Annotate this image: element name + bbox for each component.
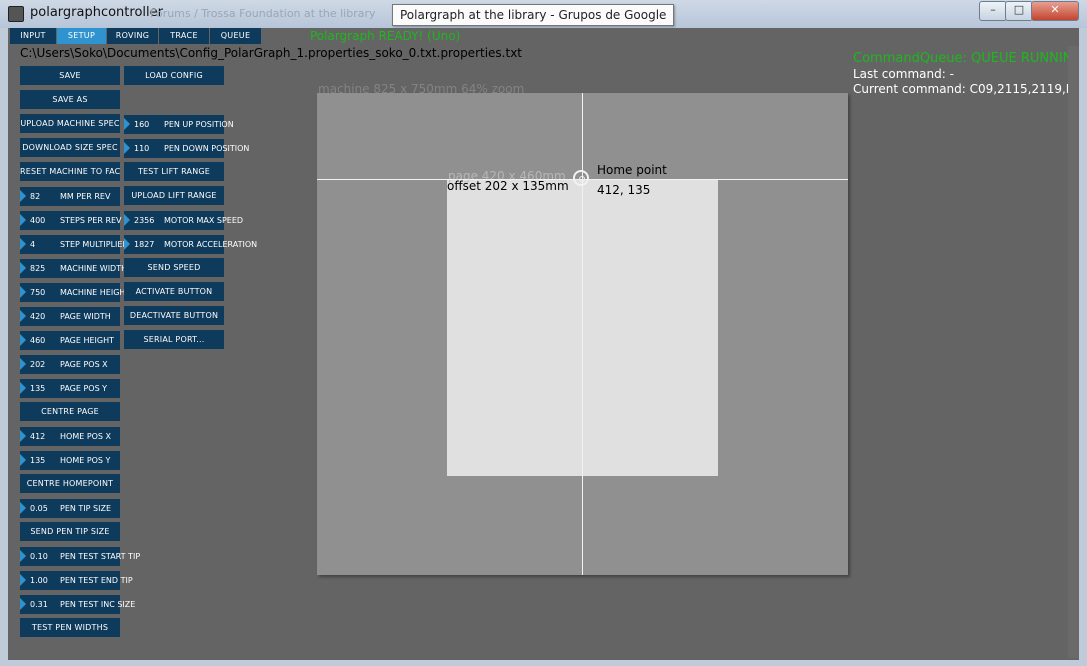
home-pos-x-field[interactable]: 412 HOME POS X xyxy=(20,427,120,446)
increment-arrow-icon xyxy=(20,598,26,610)
pen-tip-size-field[interactable]: 0.05 PEN TIP SIZE xyxy=(20,499,120,518)
increment-arrow-icon xyxy=(20,382,26,394)
reset-machine-button[interactable]: RESET MACHINE TO FACTORY xyxy=(20,162,120,181)
machine-label: machine 825 x 750mm 64% zoom xyxy=(318,82,525,96)
home-pos-y-field[interactable]: 135 HOME POS Y xyxy=(20,451,120,470)
page-pos-y-field[interactable]: 135 PAGE POS Y xyxy=(20,379,120,398)
last-command: Last command: - xyxy=(853,67,954,81)
home-point-label: Home point xyxy=(597,163,667,177)
increment-arrow-icon xyxy=(20,262,26,274)
increment-arrow-icon xyxy=(20,286,26,298)
increment-arrow-icon xyxy=(20,358,26,370)
increment-arrow-icon xyxy=(20,190,26,202)
tab-trace[interactable]: TRACE xyxy=(159,28,209,44)
increment-arrow-icon xyxy=(20,310,26,322)
increment-arrow-icon xyxy=(20,502,26,514)
machine-height-field[interactable]: 750 MACHINE HEIGHT xyxy=(20,283,130,302)
page-height-field[interactable]: 460 PAGE HEIGHT xyxy=(20,331,120,350)
increment-arrow-icon xyxy=(124,118,130,130)
increment-arrow-icon xyxy=(20,550,26,562)
activate-button[interactable]: ACTIVATE BUTTON xyxy=(124,282,224,301)
increment-arrow-icon xyxy=(20,238,26,250)
mm-per-rev-field[interactable]: 82 MM PER REV xyxy=(20,187,120,206)
tooltip: Polargraph at the library - Grupos de Go… xyxy=(392,4,675,26)
deactivate-button[interactable]: DEACTIVATE BUTTON xyxy=(124,306,224,325)
load-config-button[interactable]: LOAD CONFIG xyxy=(124,66,224,85)
pen-down-position-field[interactable]: 110 PEN DOWN POSITION xyxy=(124,139,249,158)
window-frame-bottom xyxy=(0,660,1087,666)
download-size-spec-button[interactable]: DOWNLOAD SIZE SPEC xyxy=(20,138,120,157)
save-button[interactable]: SAVE xyxy=(20,66,120,85)
home-crosshair-vertical xyxy=(582,93,583,575)
increment-arrow-icon xyxy=(20,334,26,346)
home-point-center xyxy=(579,176,585,182)
steps-per-rev-field[interactable]: 400 STEPS PER REV xyxy=(20,211,122,230)
send-pen-tip-size-button[interactable]: SEND PEN TIP SIZE xyxy=(20,522,120,541)
increment-arrow-icon xyxy=(124,238,130,250)
current-command: Current command: C09,2115,2119,END xyxy=(853,82,1079,96)
upload-machine-spec-button[interactable]: UPLOAD MACHINE SPEC xyxy=(20,114,120,133)
tab-input[interactable]: INPUT xyxy=(10,28,56,44)
window-title: polargraphcontroller xyxy=(30,5,163,20)
offset-label: offset 202 x 135mm xyxy=(447,179,569,193)
serial-port-button[interactable]: SERIAL PORT... xyxy=(124,330,224,349)
increment-arrow-icon xyxy=(124,142,130,154)
increment-arrow-icon xyxy=(20,430,26,442)
centre-homepoint-button[interactable]: CENTRE HOMEPOINT xyxy=(20,474,120,493)
upload-lift-range-button[interactable]: UPLOAD LIFT RANGE xyxy=(124,186,224,205)
test-pen-widths-button[interactable]: TEST PEN WIDTHS xyxy=(20,618,120,637)
window-frame-left xyxy=(0,28,8,666)
vertical-scrollbar[interactable] xyxy=(1068,46,1079,658)
increment-arrow-icon xyxy=(124,214,130,226)
motor-acceleration-field[interactable]: 1827 MOTOR ACCELERATION xyxy=(124,235,257,254)
increment-arrow-icon xyxy=(20,574,26,586)
title-bar[interactable]: polargraphcontroller Forums / Trossa Fou… xyxy=(0,0,1087,29)
home-point-icon[interactable] xyxy=(573,170,589,186)
increment-arrow-icon xyxy=(20,214,26,226)
pen-test-start-tip-field[interactable]: 0.10 PEN TEST START TIP xyxy=(20,547,140,566)
page-pos-x-field[interactable]: 202 PAGE POS X xyxy=(20,355,120,374)
test-lift-range-button[interactable]: TEST LIFT RANGE xyxy=(124,162,224,181)
page-width-field[interactable]: 420 PAGE WIDTH xyxy=(20,307,120,326)
step-multiplier-field[interactable]: 4 STEP MULTIPLIER xyxy=(20,235,128,254)
background-window-title: Forums / Trossa Foundation at the librar… xyxy=(150,7,376,20)
home-point-coords: 412, 135 xyxy=(597,183,651,197)
machine-width-field[interactable]: 825 MACHINE WIDTH xyxy=(20,259,127,278)
connection-status: Polargraph READY! (Uno) xyxy=(310,29,461,43)
pen-test-inc-size-field[interactable]: 0.31 PEN TEST INC SIZE xyxy=(20,595,135,614)
motor-max-speed-field[interactable]: 2356 MOTOR MAX SPEED xyxy=(124,211,243,230)
minimize-button[interactable]: – xyxy=(979,1,1007,21)
tab-setup[interactable]: SETUP xyxy=(57,28,106,44)
pen-up-position-field[interactable]: 160 PEN UP POSITION xyxy=(124,115,234,134)
maximize-button[interactable]: □ xyxy=(1005,1,1033,21)
tab-roving[interactable]: ROVING xyxy=(107,28,158,44)
send-speed-button[interactable]: SEND SPEED xyxy=(124,258,224,277)
centre-page-button[interactable]: CENTRE PAGE xyxy=(20,402,120,421)
close-button[interactable]: ✕ xyxy=(1031,1,1079,21)
app-icon xyxy=(8,6,24,22)
pen-test-end-tip-field[interactable]: 1.00 PEN TEST END TIP xyxy=(20,571,133,590)
properties-file-path: C:\Users\Soko\Documents\Config_PolarGrap… xyxy=(20,46,523,60)
save-as-button[interactable]: SAVE AS xyxy=(20,90,120,109)
increment-arrow-icon xyxy=(20,454,26,466)
window-frame-right xyxy=(1079,28,1087,666)
tab-queue[interactable]: QUEUE xyxy=(210,28,261,44)
command-queue-status: CommandQueue: QUEUE RUNNING xyxy=(853,51,1079,66)
